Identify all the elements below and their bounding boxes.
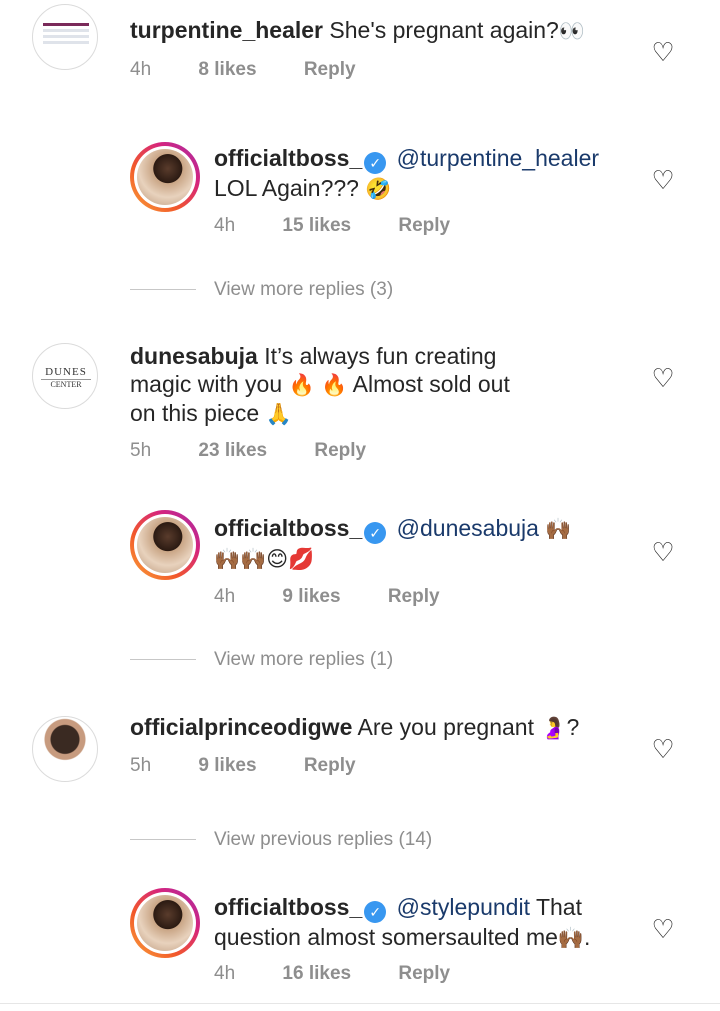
- reply-button[interactable]: Reply: [398, 215, 450, 236]
- username[interactable]: turpentine_healer: [130, 17, 323, 43]
- dunes-center-logo: DUNES CENTER: [33, 366, 97, 389]
- heart-icon[interactable]: ♡: [650, 167, 676, 193]
- divider: [0, 1003, 720, 1004]
- raised-hands-emoji: 🙌🏾: [545, 517, 572, 541]
- comment-text: officialtboss_ ✓ @stylepundit That questi…: [214, 894, 591, 950]
- reply-button[interactable]: Reply: [388, 586, 440, 607]
- comment-body: Are you pregnant: [357, 714, 534, 740]
- comment-meta: 4h 15 likes Reply: [214, 215, 492, 237]
- likes-count[interactable]: 16 likes: [282, 963, 351, 984]
- comment-meta: 5h 9 likes Reply: [130, 755, 398, 777]
- fire-emoji: 🔥 🔥: [288, 373, 348, 397]
- heart-icon[interactable]: ♡: [650, 736, 676, 762]
- raised-hands-emoji: 🙌🏾: [557, 926, 585, 950]
- comment-text: turpentine_healer She's pregnant again?👀: [130, 16, 585, 45]
- reply-button[interactable]: Reply: [304, 755, 356, 776]
- avatar-thumbnail: [43, 23, 89, 53]
- username[interactable]: officialtboss_: [214, 515, 362, 541]
- timestamp: 5h: [130, 755, 152, 776]
- likes-count[interactable]: 9 likes: [198, 755, 256, 776]
- timestamp: 4h: [214, 215, 236, 236]
- profile-photo: [137, 895, 193, 951]
- comment-text: dunesabuja It’s always fun creating magi…: [130, 343, 510, 426]
- heart-icon[interactable]: ♡: [650, 916, 676, 942]
- heart-icon[interactable]: ♡: [650, 365, 676, 391]
- view-more-replies[interactable]: View more replies (1): [130, 649, 393, 671]
- eyes-emoji: 👀: [558, 19, 586, 43]
- avatar[interactable]: DUNES CENTER: [32, 343, 98, 409]
- likes-count[interactable]: 8 likes: [198, 59, 256, 80]
- comment-meta: 5h 23 likes Reply: [130, 440, 408, 462]
- comment-text: officialtboss_ ✓ @turpentine_healer LOL A…: [214, 144, 599, 203]
- reply-button[interactable]: Reply: [314, 440, 366, 461]
- comment-text: officialtboss_ ✓ @dunesabuja 🙌🏾 🙌🏾🙌🏾😊💋: [214, 514, 572, 573]
- rofl-emoji: 🤣: [365, 177, 392, 201]
- pregnant-emoji: 🤰: [540, 716, 567, 740]
- mention-link[interactable]: @dunesabuja: [397, 515, 539, 541]
- view-more-replies[interactable]: View more replies (3): [130, 279, 393, 301]
- username[interactable]: officialtboss_: [214, 145, 362, 171]
- heart-icon[interactable]: ♡: [650, 539, 676, 565]
- username[interactable]: officialprinceodigwe: [130, 714, 352, 740]
- mention-link[interactable]: @stylepundit: [397, 894, 530, 920]
- comment-body: LOL Again???: [214, 175, 359, 201]
- avatar[interactable]: [130, 142, 200, 212]
- reply-button[interactable]: Reply: [398, 963, 450, 984]
- avatar[interactable]: [130, 888, 200, 958]
- comment-meta: 4h 16 likes Reply: [214, 963, 492, 985]
- mention-link[interactable]: @turpentine_healer: [397, 145, 599, 171]
- likes-count[interactable]: 23 likes: [198, 440, 267, 461]
- likes-count[interactable]: 9 likes: [282, 586, 340, 607]
- comment-meta: 4h 9 likes Reply: [214, 586, 482, 608]
- reply-button[interactable]: Reply: [304, 59, 356, 80]
- username[interactable]: officialtboss_: [214, 894, 362, 920]
- avatar[interactable]: [130, 510, 200, 580]
- profile-photo: [137, 149, 193, 205]
- comment-text: officialprinceodigwe Are you pregnant 🤰?: [130, 714, 580, 740]
- heart-icon[interactable]: ♡: [650, 39, 676, 65]
- username[interactable]: dunesabuja: [130, 343, 258, 369]
- emoji-row: 🙌🏾🙌🏾😊💋: [214, 547, 315, 571]
- pray-emoji: 🙏: [265, 402, 292, 426]
- comment-body: She's pregnant again?: [329, 17, 559, 43]
- verified-badge-icon: ✓: [364, 152, 387, 174]
- verified-badge-icon: ✓: [364, 522, 387, 544]
- profile-photo: [137, 517, 193, 573]
- avatar[interactable]: [32, 716, 98, 782]
- view-previous-replies[interactable]: View previous replies (14): [130, 829, 432, 851]
- avatar[interactable]: [32, 4, 98, 70]
- timestamp: 4h: [214, 963, 236, 984]
- likes-count[interactable]: 15 likes: [282, 215, 351, 236]
- timestamp: 4h: [214, 586, 236, 607]
- verified-badge-icon: ✓: [364, 901, 387, 923]
- comment-meta: 4h 8 likes Reply: [130, 59, 398, 81]
- timestamp: 4h: [130, 59, 152, 80]
- timestamp: 5h: [130, 440, 152, 461]
